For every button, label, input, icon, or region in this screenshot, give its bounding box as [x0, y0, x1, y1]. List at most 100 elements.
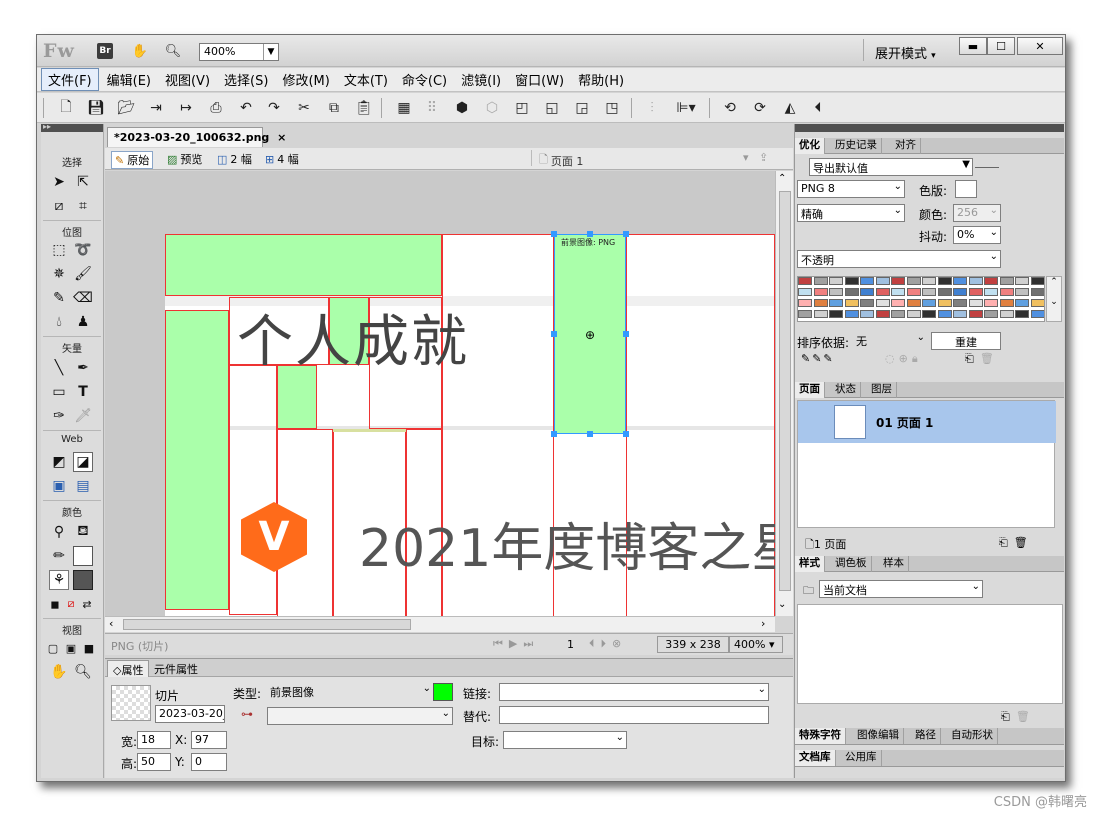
cut-icon[interactable]: ✂	[295, 99, 313, 117]
palette-swatch[interactable]	[984, 288, 998, 296]
lasso-icon[interactable]: ➰	[73, 240, 93, 260]
send-back-icon[interactable]: ◳	[603, 99, 621, 117]
palette-swatch[interactable]	[891, 288, 905, 296]
palette-swatch[interactable]	[999, 299, 1014, 307]
page-nav-icon[interactable]: ⇪	[759, 151, 768, 164]
palette-save-icons[interactable]: ⎗🗑︎	[965, 352, 1000, 366]
palette-swatch[interactable]	[860, 277, 874, 285]
palette-swatch[interactable]	[953, 310, 967, 318]
style-actions[interactable]: ⎗🗑︎	[1001, 710, 1036, 724]
menu-view[interactable]: 视图(V)	[159, 69, 216, 90]
fill-color-icon[interactable]: ⚘	[49, 570, 69, 590]
paint-bucket-icon[interactable]: ⛾	[73, 522, 93, 542]
document-tab[interactable]: *2023-03-20_100632.png ×	[107, 127, 286, 147]
sort-select[interactable]: 无 ⌄	[853, 332, 927, 350]
tab-history[interactable]: 历史记录	[831, 138, 882, 154]
palette-swatch[interactable]	[999, 277, 1014, 285]
palette-swatch[interactable]	[875, 277, 890, 285]
palette-swatch[interactable]	[906, 299, 921, 307]
close-tab-icon[interactable]: ×	[277, 131, 286, 144]
freeform-icon[interactable]: ✑	[49, 406, 69, 426]
rebuild-button[interactable]: 重建	[931, 332, 1001, 350]
export-icon[interactable]: ↦	[177, 99, 195, 117]
swap-colors-icon[interactable]: ⇄	[77, 594, 97, 614]
bring-forward-icon[interactable]: ◱	[543, 99, 561, 117]
full-screen-icon[interactable]: ■	[79, 638, 99, 658]
text-tool-icon[interactable]: T	[73, 382, 93, 402]
hide-slices-icon[interactable]: ▣	[49, 476, 69, 496]
redo-icon[interactable]: ↷	[265, 99, 283, 117]
palette-swatch[interactable]	[968, 277, 983, 285]
tab-symbol-properties[interactable]: 元件属性	[149, 660, 203, 677]
palette-swatch[interactable]	[922, 288, 936, 296]
flip-vertical-icon[interactable]: ⏴	[809, 99, 827, 117]
palette-swatch[interactable]	[813, 288, 828, 296]
palette-swatch[interactable]	[844, 299, 859, 307]
bring-front-icon[interactable]: ◰	[513, 99, 531, 117]
palette-swatch[interactable]	[906, 310, 921, 318]
palette-swatch[interactable]	[984, 310, 998, 318]
view-2up-button[interactable]: ◫ 2 幅	[217, 151, 252, 167]
palette-swatch[interactable]	[1030, 299, 1044, 307]
tab-styles[interactable]: 样式	[795, 556, 825, 572]
marquee-icon[interactable]: ⬚	[49, 240, 69, 260]
palette-swatch[interactable]	[829, 288, 843, 296]
palette-swatch[interactable]	[953, 288, 967, 296]
palette-swatch[interactable]	[798, 288, 812, 296]
selected-slice[interactable]: 前景图像: PNG ⊕	[554, 234, 626, 434]
tab-optimize[interactable]: 优化	[795, 138, 825, 154]
vertical-scrollbar[interactable]: ⌃ ⌄	[775, 171, 793, 616]
paste-icon[interactable]: 📋︎	[355, 99, 373, 117]
view-4up-button[interactable]: ⊞ 4 幅	[265, 151, 299, 167]
palette-swatch[interactable]	[798, 277, 812, 285]
canvas-viewport[interactable]: 个人成就 V 2021年度博客之星 前景图像: PNG ⊕	[105, 171, 775, 616]
transparency-select[interactable]: 不透明 ⌄	[797, 250, 1001, 268]
join-icon[interactable]: ⬢	[453, 99, 471, 117]
palette-swatch[interactable]	[813, 277, 828, 285]
eraser-icon[interactable]: ⌫	[73, 288, 93, 308]
palette-swatch[interactable]	[1015, 277, 1029, 285]
palette-swatch[interactable]	[984, 277, 998, 285]
rotate-ccw-icon[interactable]: ⟲	[721, 99, 739, 117]
html-link-icon[interactable]: ⊶	[241, 707, 253, 721]
type-select[interactable]: 前景图像 ⌄	[267, 683, 433, 701]
palette-swatch[interactable]	[999, 288, 1014, 296]
slice-color-swatch[interactable]	[433, 683, 453, 701]
x-input[interactable]: 97	[191, 731, 227, 749]
menu-help[interactable]: 帮助(H)	[572, 69, 630, 90]
rotate-cw-icon[interactable]: ⟳	[751, 99, 769, 117]
palette-swatch[interactable]	[968, 310, 983, 318]
brush-icon[interactable]: 🖌︎	[73, 264, 93, 284]
scale-icon[interactable]: ⧄	[49, 196, 69, 216]
tab-path[interactable]: 路径	[911, 728, 941, 744]
tab-auto-shapes[interactable]: 自动形状	[947, 728, 998, 744]
palette-scrollbar[interactable]: ⌃ ⌄	[1046, 276, 1062, 322]
frame-nav-controls[interactable]: ⏴⏵⊗	[589, 637, 627, 651]
tab-layers[interactable]: 图层	[867, 382, 897, 398]
palette-swatch[interactable]	[829, 299, 843, 307]
palette-swatch[interactable]	[999, 310, 1014, 318]
menu-commands[interactable]: 命令(C)	[396, 69, 453, 90]
link-input[interactable]: ⌄	[499, 683, 769, 701]
scroll-up-icon[interactable]: ⌃	[778, 173, 786, 184]
send-backward-icon[interactable]: ◲	[573, 99, 591, 117]
new-file-icon[interactable]: 🗋	[57, 99, 75, 117]
palette-swatch[interactable]	[875, 299, 890, 307]
copy-icon[interactable]: ⧉	[325, 99, 343, 117]
horizontal-scrollbar[interactable]: ‹ ›	[105, 616, 775, 632]
hand-icon[interactable]: ✋	[132, 43, 148, 59]
pen-icon[interactable]: ✒	[73, 358, 93, 378]
menu-window[interactable]: 窗口(W)	[509, 69, 570, 90]
stroke-color-icon[interactable]: ✏	[49, 546, 69, 566]
tab-common-library[interactable]: 公用库	[841, 750, 882, 766]
palette-swatch[interactable]	[1015, 299, 1029, 307]
scroll-right-icon[interactable]: ›	[761, 617, 765, 630]
palette-swatch[interactable]	[860, 288, 874, 296]
align-menu-icon[interactable]: ⊫▾	[671, 99, 701, 117]
palette-swatch[interactable]	[844, 277, 859, 285]
eyedropper-icon[interactable]: ⚲	[49, 522, 69, 542]
palette-swatch[interactable]	[922, 299, 936, 307]
menu-text[interactable]: 文本(T)	[338, 69, 394, 90]
import-icon[interactable]: ⇥	[147, 99, 165, 117]
styles-list[interactable]	[797, 604, 1063, 704]
